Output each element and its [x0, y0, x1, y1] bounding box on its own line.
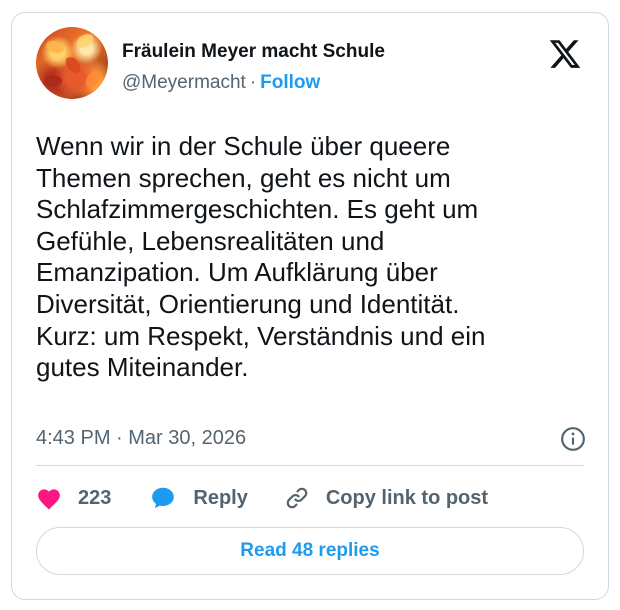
- x-logo-icon[interactable]: [548, 37, 582, 71]
- copy-link-label: Copy link to post: [325, 486, 489, 509]
- author-handle[interactable]: @Meyermacht: [122, 72, 246, 93]
- like-count: 223: [78, 486, 112, 509]
- avatar-leaf-decoration: [82, 68, 104, 90]
- divider: [36, 465, 584, 466]
- reply-bubble-icon: [152, 487, 175, 509]
- author-handle-line: @Meyermacht · Follow: [122, 72, 320, 94]
- reply-label: Reply: [193, 486, 248, 509]
- tweet-timestamp[interactable]: 4:43 PM · Mar 30, 2026: [36, 427, 246, 450]
- tweet-text: Wenn wir in der Schule über queere Theme…: [36, 131, 486, 383]
- author-name[interactable]: Fräulein Meyer macht Schule: [122, 41, 385, 63]
- copy-link-button[interactable]: Copy link to post: [284, 485, 488, 511]
- avatar[interactable]: [36, 27, 108, 99]
- avatar-leaf-decoration: [74, 32, 96, 50]
- read-replies-button[interactable]: Read 48 replies: [36, 527, 584, 575]
- heart-icon: [38, 489, 60, 510]
- follow-button[interactable]: Follow: [260, 72, 320, 93]
- link-icon: [286, 487, 308, 509]
- tweet-card: Fräulein Meyer macht Schule @Meyermacht ·…: [11, 12, 609, 600]
- reply-button[interactable]: Reply: [149, 485, 248, 511]
- avatar-leaf-decoration: [63, 54, 83, 76]
- like-button[interactable]: 223: [36, 486, 111, 510]
- separator-dot: ·: [249, 72, 257, 93]
- avatar-leaf-decoration: [43, 73, 63, 89]
- avatar-leaf-decoration: [44, 37, 66, 57]
- info-icon[interactable]: [560, 426, 586, 452]
- action-bar: 223 Reply Copy link to post: [36, 483, 488, 513]
